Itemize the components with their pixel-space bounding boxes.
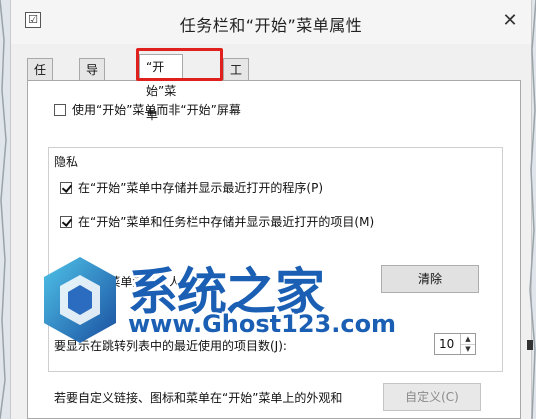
tab-taskbar[interactable]: 任务栏: [27, 58, 54, 121]
red-highlight-box: [136, 48, 223, 81]
customize-label: 若要自定义链接、图标和菜单在“开始”菜单上的外观和: [54, 391, 343, 405]
store-items-label: 在“开始”菜单和任务栏中存储并显示最近打开的项目(M): [78, 215, 375, 229]
use-start-menu-checkbox[interactable]: [54, 103, 66, 116]
window-title: 任务栏和“开始”菜单属性: [179, 16, 363, 35]
clear-button[interactable]: 清除: [381, 265, 479, 293]
tab-panel-start-menu: 使用“开始”菜单而非“开始”屏幕 隐私 在“开始”菜单中存储并显示最近打开的程序…: [27, 80, 521, 419]
properties-window: ☑ 任务栏和“开始”菜单属性 ✕ 任务栏 导航 “开始”菜单 工具栏 使用“开始…: [10, 0, 532, 419]
watermark-logo-icon: [44, 257, 116, 343]
close-button[interactable]: ✕: [495, 10, 525, 32]
title-bar: ☑ 任务栏和“开始”菜单属性 ✕: [11, 0, 531, 44]
recent-items-spinner[interactable]: 10 ▲ ▼: [434, 333, 476, 355]
tab-toolbars[interactable]: 工具栏: [223, 58, 250, 121]
store-programs-label: 在“开始”菜单中存储并显示最近打开的程序(P): [78, 181, 324, 195]
customize-button[interactable]: 自定义(C): [383, 383, 481, 411]
option-store-items[interactable]: 在“开始”菜单和任务栏中存储并显示最近打开的项目(M): [60, 213, 374, 230]
store-items-checkbox[interactable]: [60, 215, 72, 228]
option-store-programs[interactable]: 在“开始”菜单中存储并显示最近打开的程序(P): [60, 179, 323, 196]
watermark-text-url: www.Ghost123.com: [128, 310, 397, 338]
spinner-down-icon[interactable]: ▼: [461, 344, 475, 354]
spinner-arrows: ▲ ▼: [460, 334, 475, 354]
privacy-group-title: 隐私: [54, 155, 79, 169]
tab-navigation[interactable]: 导航: [79, 58, 106, 99]
store-programs-checkbox[interactable]: [60, 181, 72, 194]
recent-items-value[interactable]: 10: [439, 337, 454, 351]
